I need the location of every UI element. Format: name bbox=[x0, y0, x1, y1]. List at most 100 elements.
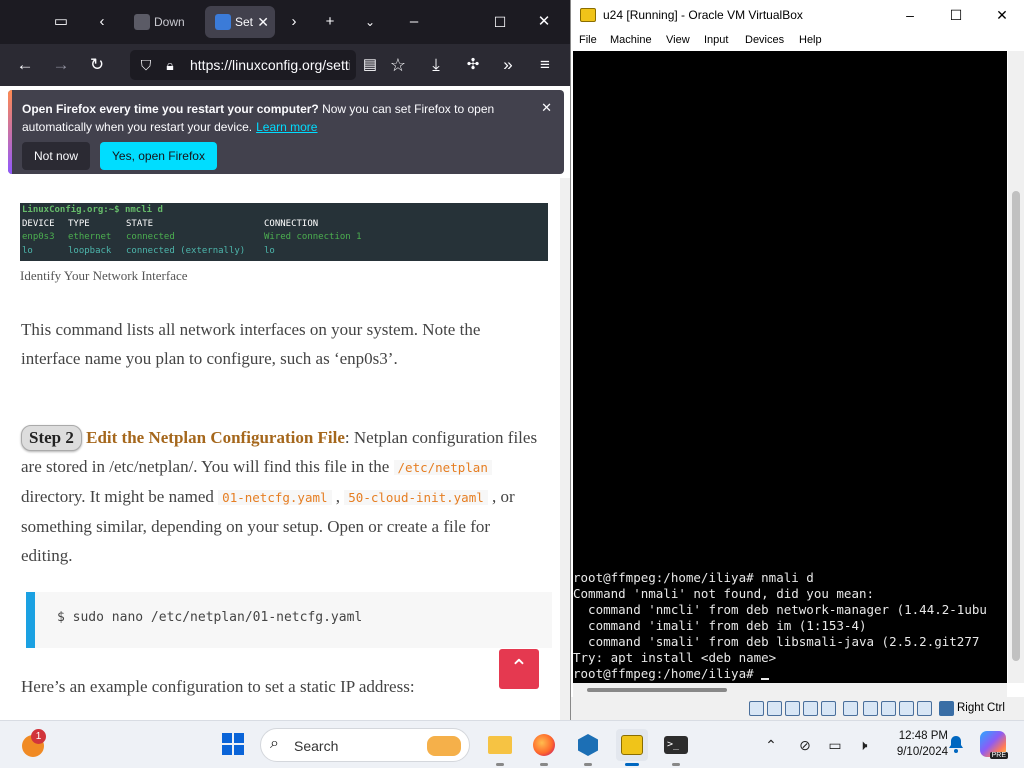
menu-input[interactable]: Input bbox=[704, 34, 728, 46]
list-all-tabs-icon[interactable]: ⌄ bbox=[356, 8, 384, 36]
notifications-bell-icon[interactable] bbox=[948, 735, 964, 753]
taskbar-search[interactable]: ⌕ Search bbox=[260, 728, 470, 762]
code-block[interactable]: $ sudo nano /etc/netplan/01-netcfg.yaml bbox=[26, 592, 552, 648]
audio-icon[interactable] bbox=[785, 701, 800, 716]
network-offline-icon[interactable]: ⊘ bbox=[792, 721, 818, 768]
running-indicator bbox=[625, 763, 639, 766]
firefox-logo bbox=[533, 734, 555, 756]
shared-folders-icon[interactable] bbox=[843, 701, 858, 716]
hard-disk-icon[interactable] bbox=[749, 701, 764, 716]
extensions-icon[interactable]: ✣ bbox=[459, 51, 487, 79]
windows-logo-pane bbox=[222, 745, 232, 755]
virtualbox-titlebar: u24 [Running] - Oracle VM VirtualBox – ☐… bbox=[571, 0, 1024, 30]
host-key-label: Right Ctrl bbox=[957, 702, 1005, 714]
url-bar[interactable]: ⛉ 🔒︎ https://linuxconfig.org/setting-a-s… bbox=[130, 50, 356, 80]
firefox-window: ▭ ‹ Down Set ✕ › + ⌄ – ☐ ✕ ← → ↻ ⛉ � bbox=[0, 0, 570, 720]
menu-view[interactable]: View bbox=[666, 34, 690, 46]
file-explorer-icon[interactable] bbox=[484, 729, 516, 766]
cpu-icon[interactable] bbox=[899, 701, 914, 716]
mouse-integration-icon[interactable] bbox=[917, 701, 932, 716]
terminal-image-cell: lo bbox=[22, 245, 33, 256]
system-clock[interactable]: 12:48 PM 9/10/2024 bbox=[880, 728, 948, 760]
scrollbar-thumb[interactable] bbox=[587, 688, 727, 692]
page-scrollbar[interactable] bbox=[560, 178, 570, 720]
vm-console[interactable]: root@ffmpeg:/home/iliya# nmali d Command… bbox=[573, 51, 1007, 683]
bookmark-star-icon[interactable]: ☆ bbox=[384, 51, 412, 79]
console-prompt: root@ffmpeg:/home/iliya# bbox=[573, 666, 762, 681]
volume-muted-icon[interactable]: 🕨︎ bbox=[850, 721, 876, 768]
copilot-icon[interactable]: PRE bbox=[980, 731, 1008, 759]
widgets-icon[interactable]: 1 bbox=[20, 729, 52, 761]
virtualbox-app-icon bbox=[580, 8, 596, 22]
nav-bar: ← → ↻ ⛉ 🔒︎ https://linuxconfig.org/setti… bbox=[0, 44, 570, 86]
close-notification-icon[interactable]: ✕ bbox=[541, 100, 552, 116]
terminal-icon[interactable]: >_ bbox=[660, 729, 692, 766]
yes-open-firefox-button[interactable]: Yes, open Firefox bbox=[100, 142, 217, 170]
tab-overview-icon[interactable]: ▭ bbox=[47, 8, 75, 36]
tab-label: Set bbox=[235, 15, 254, 29]
console-cursor bbox=[761, 678, 770, 680]
step-text: , bbox=[331, 487, 345, 506]
url-text[interactable]: https://linuxconfig.org/setting-a-static… bbox=[190, 50, 350, 80]
tab-downloads[interactable]: Down bbox=[124, 6, 198, 38]
learn-more-link[interactable]: Learn more bbox=[256, 120, 317, 134]
menu-machine[interactable]: Machine bbox=[610, 34, 652, 46]
terminal-screenshot-image: LinuxConfig.org:~$ nmcli d DEVICE TYPE S… bbox=[20, 203, 548, 261]
tabs-scroll-right-icon[interactable]: › bbox=[280, 8, 308, 36]
reload-icon[interactable]: ↻ bbox=[83, 51, 111, 79]
start-button[interactable] bbox=[218, 729, 250, 761]
reader-view-icon[interactable]: ▤ bbox=[356, 51, 384, 79]
menu-devices[interactable]: Devices bbox=[745, 34, 784, 46]
vm-status-bar: Right Ctrl bbox=[571, 697, 1024, 720]
downloads-icon[interactable]: ⤓ bbox=[422, 51, 450, 79]
virtualbox-manager-icon[interactable] bbox=[572, 729, 604, 766]
overflow-menu-icon[interactable]: » bbox=[494, 51, 522, 79]
display-icon[interactable] bbox=[863, 701, 878, 716]
windows-logo-pane bbox=[234, 745, 244, 755]
menu-bar: File Machine View Input Devices Help bbox=[571, 30, 1024, 51]
inline-code-dir: /etc/netplan bbox=[393, 460, 492, 475]
recording-icon[interactable] bbox=[881, 701, 896, 716]
tabs-scroll-left-icon[interactable]: ‹ bbox=[88, 8, 116, 36]
close-window-icon[interactable]: ✕ bbox=[979, 0, 1024, 30]
maximize-icon[interactable]: ☐ bbox=[933, 0, 979, 30]
close-tab-icon[interactable]: ✕ bbox=[257, 6, 269, 38]
virtualbox-window: u24 [Running] - Oracle VM VirtualBox – ☐… bbox=[570, 0, 1024, 720]
terminal-image-header: STATE bbox=[126, 218, 154, 229]
maximize-icon[interactable]: ☐ bbox=[486, 8, 514, 36]
tab-favicon-icon bbox=[134, 14, 150, 30]
display-icon[interactable]: ▭ bbox=[822, 721, 848, 768]
scrollbar-thumb[interactable] bbox=[1012, 191, 1020, 661]
window-title: u24 [Running] - Oracle VM VirtualBox bbox=[603, 8, 803, 22]
optical-drive-icon[interactable] bbox=[767, 701, 782, 716]
hamburger-menu-icon[interactable]: ≡ bbox=[531, 51, 559, 79]
code-block-text[interactable]: $ sudo nano /etc/netplan/01-netcfg.yaml bbox=[57, 610, 362, 625]
close-window-icon[interactable]: ✕ bbox=[530, 8, 558, 36]
shield-icon[interactable]: ⛉ bbox=[136, 55, 156, 75]
back-icon[interactable]: ← bbox=[11, 51, 39, 79]
menu-help[interactable]: Help bbox=[799, 34, 822, 46]
lock-icon[interactable]: 🔒︎ bbox=[160, 55, 180, 75]
vm-horizontal-scrollbar[interactable] bbox=[573, 683, 1007, 697]
vm-window-icon bbox=[621, 735, 643, 755]
minimize-icon[interactable]: – bbox=[887, 0, 933, 30]
console-line: Try: apt install <deb name> bbox=[573, 650, 777, 665]
network-icon[interactable] bbox=[803, 701, 818, 716]
forward-icon[interactable]: → bbox=[47, 51, 75, 79]
vm-vertical-scrollbar[interactable] bbox=[1008, 51, 1024, 683]
page-content: LinuxConfig.org:~$ nmcli d DEVICE TYPE S… bbox=[0, 178, 570, 720]
taskbar: 1 ⌕ Search >_ ⌃ ⊘ ▭ 🕨︎ 12:48 PM 9/10/202… bbox=[0, 720, 1024, 768]
tab-linuxconfig[interactable]: Set ✕ bbox=[205, 6, 275, 38]
step-title: Edit the Netplan Configuration File bbox=[86, 428, 345, 447]
virtualbox-vm-taskbar-icon[interactable] bbox=[616, 729, 648, 766]
menu-file[interactable]: File bbox=[579, 34, 597, 46]
windows-logo-pane bbox=[222, 733, 232, 743]
usb-icon[interactable] bbox=[821, 701, 836, 716]
show-hidden-icons-icon[interactable]: ⌃ bbox=[758, 721, 784, 768]
new-tab-icon[interactable]: + bbox=[316, 8, 344, 36]
minimize-icon[interactable]: – bbox=[400, 8, 428, 36]
firefox-taskbar-icon[interactable] bbox=[528, 729, 560, 766]
not-now-button[interactable]: Not now bbox=[22, 142, 91, 170]
terminal-image-prompt: LinuxConfig.org:~$ nmcli d bbox=[22, 205, 163, 215]
desktop: ▭ ‹ Down Set ✕ › + ⌄ – ☐ ✕ ← → ↻ ⛉ � bbox=[0, 0, 1024, 768]
